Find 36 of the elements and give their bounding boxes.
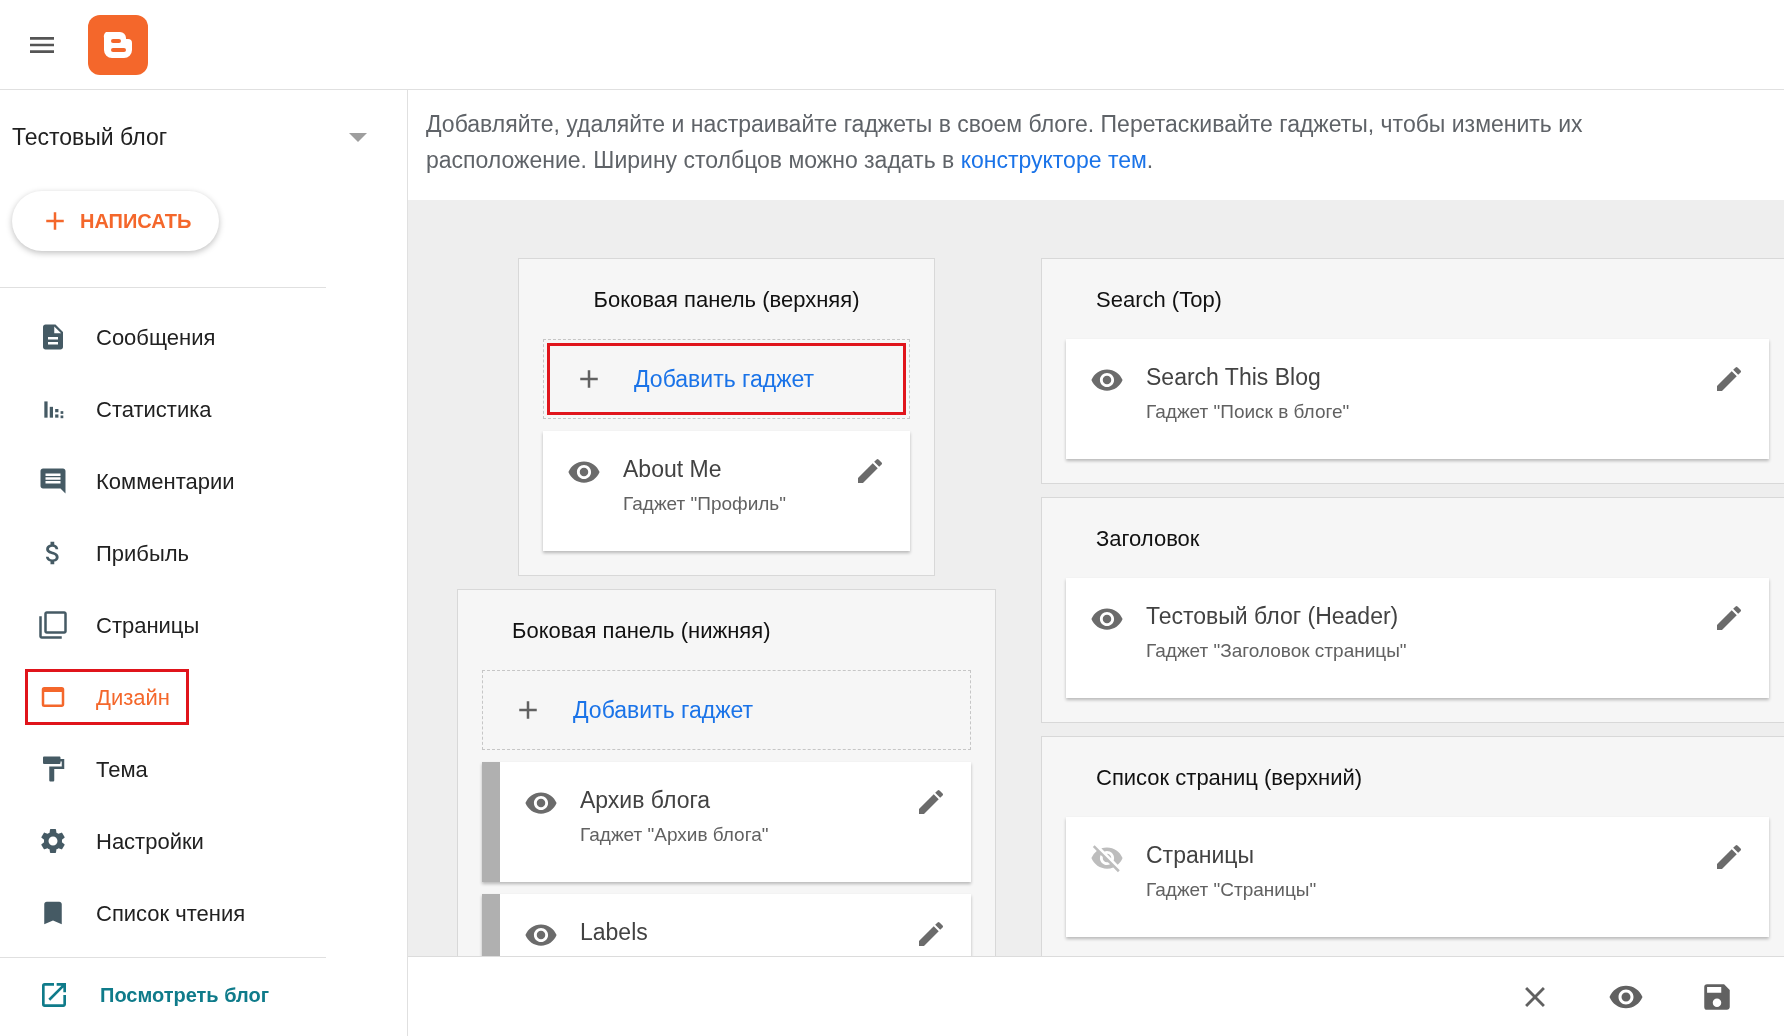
- gadget-type: Гаджет "Страницы": [1146, 878, 1318, 902]
- nav-item[interactable]: Сообщения: [25, 309, 235, 365]
- add-gadget-link[interactable]: Добавить гаджет: [547, 343, 906, 415]
- gadget-title: About Me: [623, 455, 723, 484]
- section-title: Заголовок: [1096, 524, 1200, 553]
- nav-item[interactable]: Статистика: [25, 381, 231, 437]
- gadget-type: Гаджет "Профиль": [623, 492, 787, 516]
- drag-handle[interactable]: [482, 762, 500, 882]
- nav-item[interactable]: Комментарии: [25, 453, 254, 509]
- section-title: Боковая панель (верхняя): [593, 285, 860, 314]
- nav-item[interactable]: Список чтения: [25, 885, 265, 941]
- theme-designer-link[interactable]: конструкторе тем: [960, 147, 1147, 173]
- gadget-type: Гаджет "Заголовок страницы": [1146, 639, 1408, 663]
- gadget-title: Архив блога: [580, 786, 712, 815]
- logo-icon[interactable]: [88, 14, 148, 75]
- section-title: Search (Top): [1096, 285, 1222, 314]
- intro-text: Добавляйте, удаляйте и настраивайте гаджеты в своем блоге. Перетаскивайте гаджеты, чтобы изменить их расположение. Ширину столбцов можно задать в конструкторе тем.: [426, 110, 1584, 175]
- pages-icon: [38, 610, 68, 640]
- blog-selector[interactable]: Тестовый блог: [0, 90, 407, 185]
- comment-icon: [38, 466, 68, 496]
- nav-item[interactable]: Страницы: [25, 597, 219, 653]
- nav-item[interactable]: Тема: [25, 741, 167, 797]
- gadget-type: Гаджет "Архив блога": [580, 823, 770, 847]
- settings-icon: [38, 826, 68, 856]
- add-gadget-link[interactable]: Добавить гаджет: [486, 674, 967, 746]
- dropdown-caret-icon: [349, 133, 367, 142]
- gadget-title: Тестовый блог (Header): [1146, 602, 1400, 631]
- gadget-title: Labels: [580, 918, 649, 947]
- gadget-type: Гаджет "Поиск в блоге": [1146, 400, 1351, 424]
- gadget-title: Search This Blog: [1146, 363, 1322, 392]
- gadget-title: Страницы: [1146, 841, 1255, 870]
- section-title: Боковая панель (нижняя): [512, 616, 771, 645]
- nav-item[interactable]: Настройки: [25, 813, 223, 869]
- section-title: Список страниц (верхний): [1096, 763, 1363, 792]
- view-blog-link[interactable]: Посмотреть блог: [100, 979, 270, 1010]
- nav-item[interactable]: Прибыль: [25, 525, 209, 581]
